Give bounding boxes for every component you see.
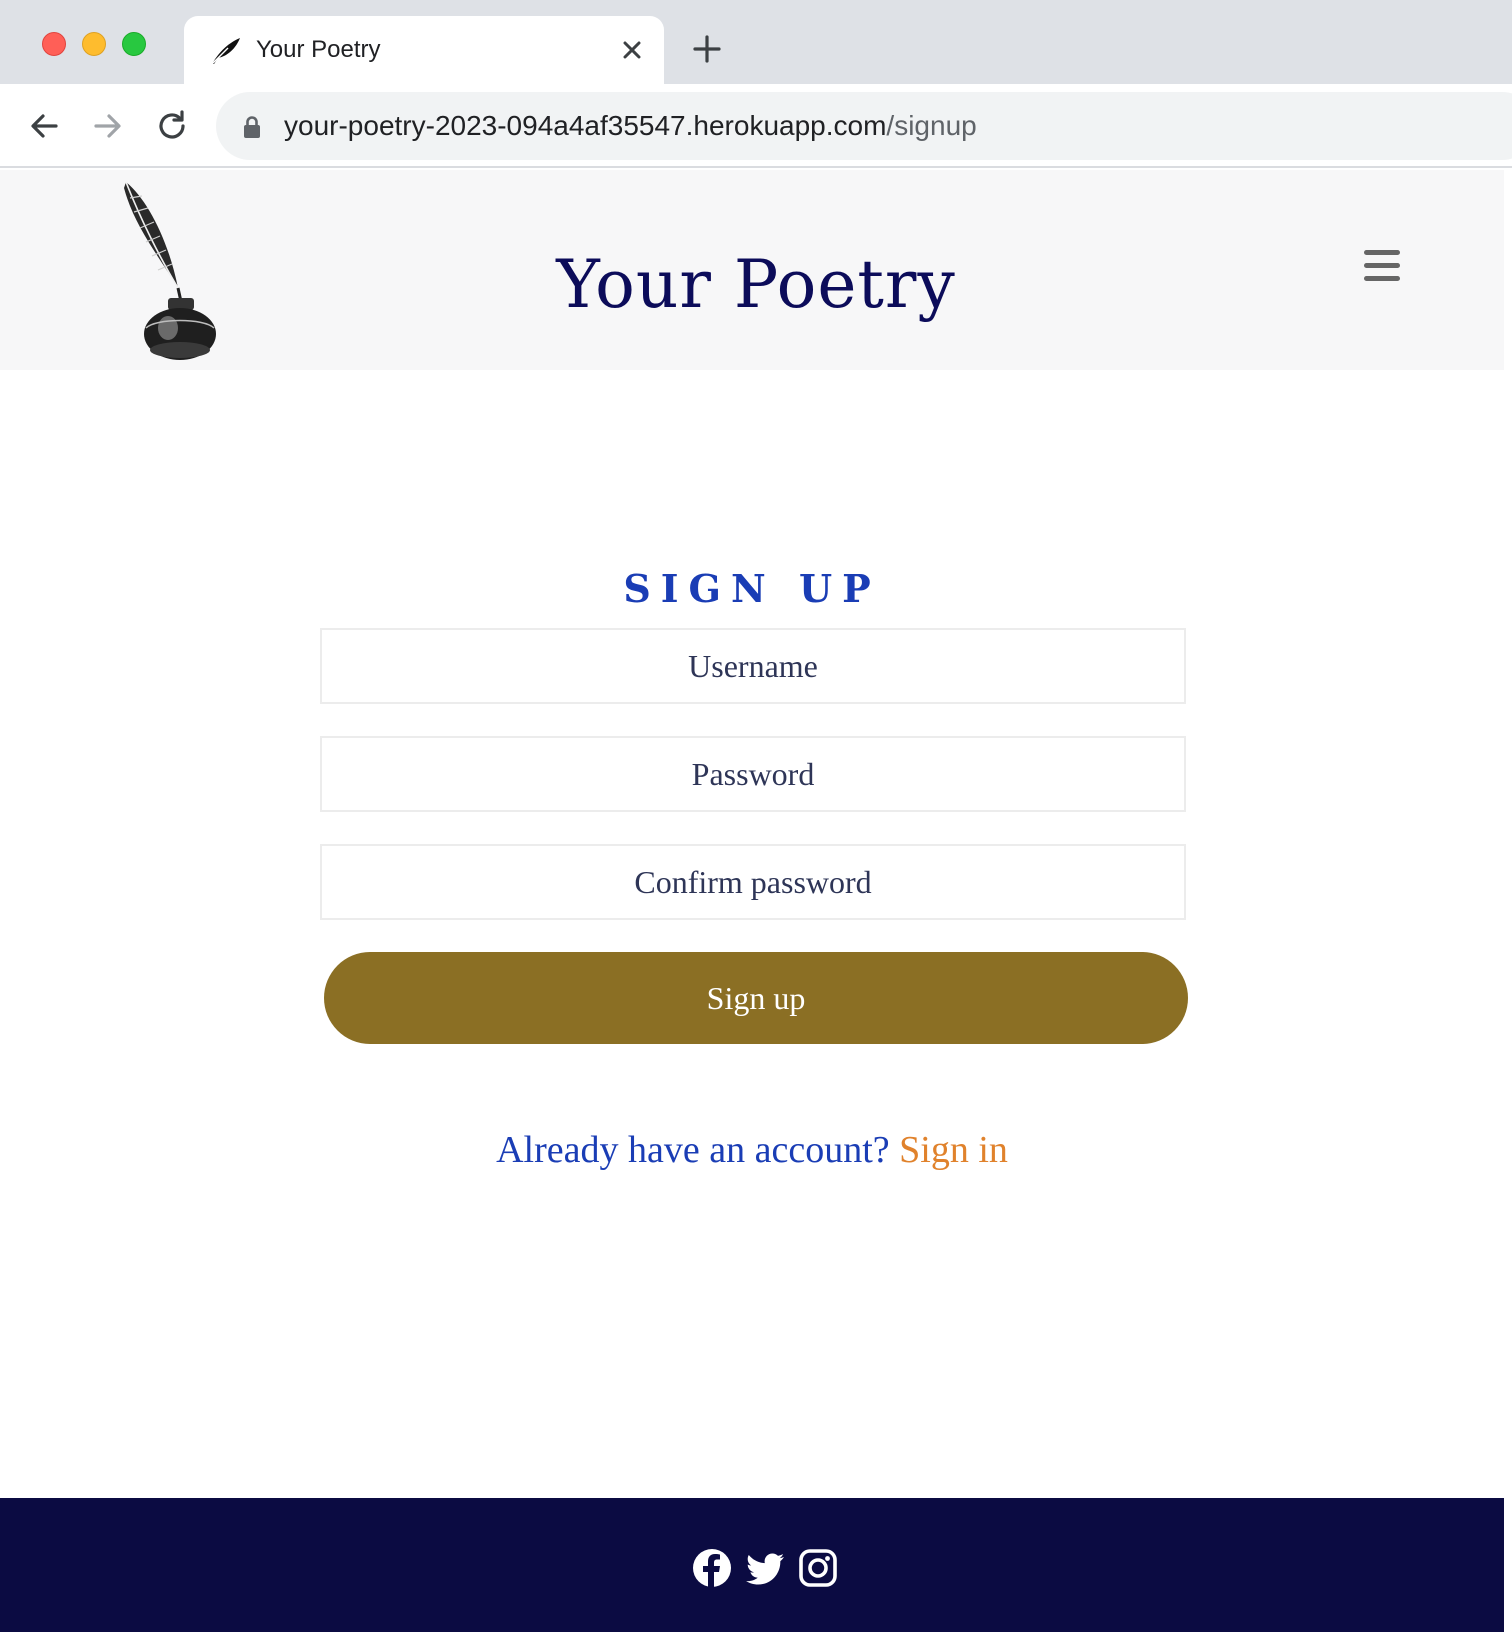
signin-prompt-row: Already have an account? Sign in [0,1128,1504,1172]
window-close-button[interactable] [42,32,66,56]
address-bar[interactable]: your-poetry-2023-094a4af35547.herokuapp.… [216,92,1512,160]
page-content: Your Poetry SIGN UP Sign up Already have… [0,170,1504,1632]
new-tab-icon[interactable] [690,32,724,66]
username-input[interactable] [320,628,1186,704]
reload-icon[interactable] [152,106,192,146]
form-heading: SIGN UP [623,566,881,611]
tab-title: Your Poetry [256,36,381,63]
browser-toolbar: your-poetry-2023-094a4af35547.herokuapp.… [0,84,1512,168]
instagram-icon[interactable] [798,1548,838,1588]
browser-tab[interactable]: Your Poetry [184,16,664,84]
url-path: /signup [886,110,977,141]
hamburger-menu-icon[interactable] [1364,250,1400,282]
confirm-password-input[interactable] [320,844,1186,920]
browser-tabstrip: Your Poetry [0,0,1512,84]
signin-prompt: Already have an account? [496,1129,890,1171]
url-host: your-poetry-2023-094a4af35547.herokuapp.… [284,110,887,141]
lock-icon[interactable] [242,116,262,138]
twitter-icon[interactable] [746,1548,786,1588]
feather-icon [211,38,240,65]
url-text[interactable]: your-poetry-2023-094a4af35547.herokuapp.… [284,110,977,142]
site-header: Your Poetry [0,170,1504,370]
window-minimize-button[interactable] [82,32,106,56]
back-arrow-icon[interactable] [24,106,64,146]
sign-up-button[interactable]: Sign up [324,952,1188,1044]
window-maximize-button[interactable] [122,32,146,56]
close-icon[interactable] [618,36,646,64]
password-input[interactable] [320,736,1186,812]
site-title[interactable]: Your Poetry [0,246,1504,323]
facebook-icon[interactable] [692,1548,732,1588]
forward-arrow-icon[interactable] [88,106,128,146]
site-footer [0,1498,1504,1632]
sign-in-link[interactable]: Sign in [899,1129,1008,1171]
